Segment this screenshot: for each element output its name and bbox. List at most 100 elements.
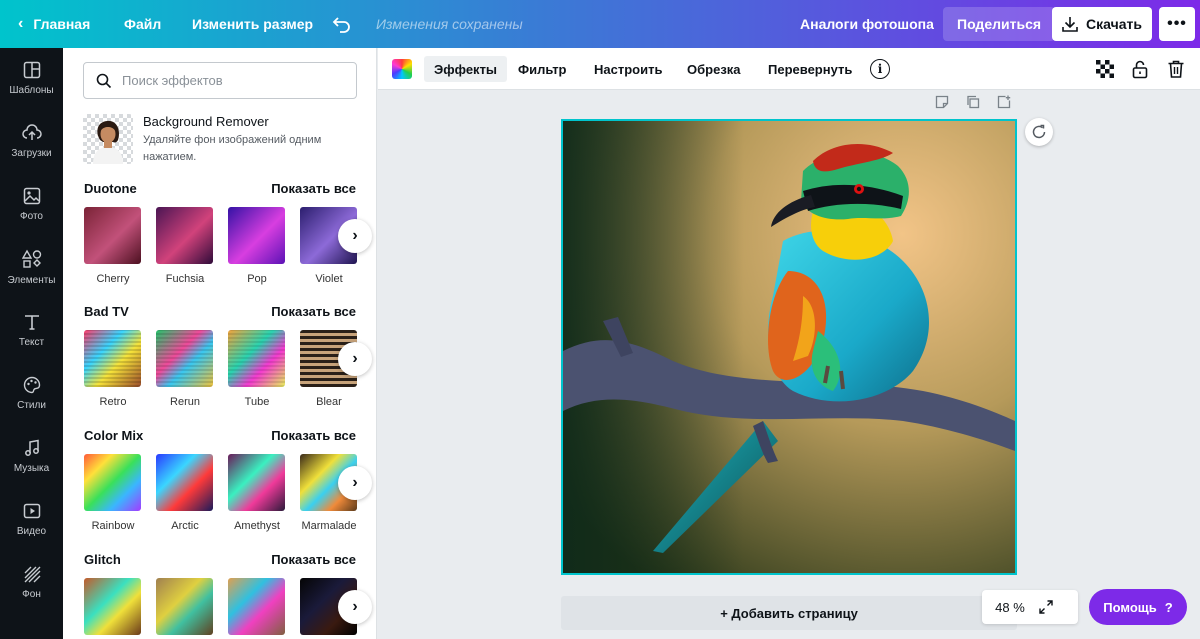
effect-thumb-glitch-3[interactable] [228, 578, 285, 635]
rail-item-video[interactable]: Видео [0, 489, 63, 549]
next-arrow-glitch[interactable]: › [338, 590, 372, 624]
effect-thumb-rainbow[interactable] [84, 454, 141, 511]
bird-photo [563, 121, 1015, 573]
adjust-button[interactable]: Настроить [584, 56, 672, 82]
show-all-glitch[interactable]: Показать все [271, 552, 356, 567]
rail-label: Элементы [7, 274, 56, 286]
rail-label: Текст [18, 336, 45, 348]
lock-icon[interactable] [1130, 59, 1150, 79]
filter-button[interactable]: Фильтр [508, 56, 577, 82]
next-arrow-color-mix[interactable]: › [338, 466, 372, 500]
effect-label: Violet [315, 273, 343, 285]
rail-item-music[interactable]: Музыка [0, 426, 63, 486]
templates-icon [23, 61, 40, 78]
show-all-bad-tv[interactable]: Показать все [271, 304, 356, 319]
effect-thumb-retro[interactable] [84, 330, 141, 387]
left-rail: Шаблоны Загрузки Фото Элементы Текст Сти… [0, 48, 63, 639]
effect-label: Marmalade [301, 520, 357, 532]
rail-item-photos[interactable]: Фото [0, 174, 63, 234]
effect-label: Arctic [171, 520, 199, 532]
next-arrow-bad-tv[interactable]: › [338, 342, 372, 376]
editor-toolbar: Эффекты Фильтр Настроить Обрезка Перевер… [378, 48, 1200, 90]
help-button[interactable]: Помощь ? [1089, 589, 1187, 625]
rail-item-background[interactable]: Фон [0, 552, 63, 612]
section-title-bad-tv: Bad TV [84, 304, 129, 319]
effect-thumb-arctic[interactable] [156, 454, 213, 511]
effect-label: Rainbow [91, 520, 135, 532]
effect-thumb-rerun[interactable] [156, 330, 213, 387]
rail-item-uploads[interactable]: Загрузки [0, 111, 63, 171]
rail-label: Фон [22, 588, 41, 600]
effect-label: Retro [99, 396, 127, 408]
shapes-icon [21, 249, 41, 268]
trash-icon[interactable] [1166, 59, 1186, 79]
transparency-icon[interactable] [1095, 59, 1115, 79]
duplicate-page-icon[interactable] [966, 95, 980, 114]
effects-button[interactable]: Эффекты [424, 56, 508, 82]
effect-label: Pop [247, 273, 267, 285]
rail-label: Видео [16, 525, 47, 537]
rail-label: Шаблоны [9, 84, 54, 96]
next-arrow-duotone[interactable]: › [338, 219, 372, 253]
effect-label: Cherry [96, 273, 130, 285]
effect-label: Fuchsia [165, 273, 205, 285]
effect-label: Amethyst [234, 520, 280, 532]
search-icon [96, 73, 112, 88]
rail-item-styles[interactable]: Стили [0, 363, 63, 423]
rotate-icon[interactable] [1025, 118, 1053, 146]
document-title[interactable]: Аналоги фотошопа [800, 0, 934, 48]
video-icon [23, 503, 40, 518]
add-note-icon[interactable] [935, 95, 949, 114]
save-status: Изменения сохранены [376, 16, 523, 32]
download-button[interactable]: Скачать [1052, 7, 1152, 41]
effect-thumb-cherry[interactable] [84, 207, 141, 264]
show-all-duotone[interactable]: Показать все [271, 181, 356, 196]
background-remover-item[interactable]: Background Remover Удаляйте фон изображе… [83, 114, 363, 164]
effects-panel: Background Remover Удаляйте фон изображе… [63, 48, 377, 639]
zoom-value[interactable]: 48 % [982, 600, 1038, 615]
download-label: Скачать [1086, 16, 1142, 32]
add-page-icon[interactable] [997, 95, 1011, 114]
fullscreen-icon[interactable] [1038, 599, 1054, 615]
effect-label: Tube [244, 396, 270, 408]
share-button[interactable]: Поделиться [943, 7, 1056, 41]
crop-button[interactable]: Обрезка [677, 56, 751, 82]
more-options-button[interactable]: ••• [1159, 7, 1195, 41]
rail-label: Стили [17, 399, 46, 411]
effect-thumb-fuchsia[interactable] [156, 207, 213, 264]
rail-label: Фото [20, 210, 43, 222]
file-menu[interactable]: Файл [124, 0, 161, 48]
effect-thumb-amethyst[interactable] [228, 454, 285, 511]
rail-item-text[interactable]: Текст [0, 300, 63, 360]
show-all-color-mix[interactable]: Показать все [271, 428, 356, 443]
home-button[interactable]: ‹ Главная [18, 0, 90, 48]
flip-button[interactable]: Перевернуть [758, 56, 862, 82]
rail-item-elements[interactable]: Элементы [0, 237, 63, 297]
background-pattern-icon [24, 566, 40, 582]
undo-icon[interactable] [332, 0, 352, 48]
chevron-right-icon: › [352, 598, 358, 615]
rail-item-templates[interactable]: Шаблоны [0, 48, 63, 108]
effect-thumb-tube[interactable] [228, 330, 285, 387]
music-note-icon [24, 439, 39, 456]
rail-label: Загрузки [11, 147, 52, 159]
background-remover-description: Удаляйте фон изображений одним нажатием. [143, 134, 322, 163]
photo-icon [23, 187, 40, 204]
info-icon[interactable]: i [870, 59, 890, 79]
question-mark-icon: ? [1164, 599, 1173, 615]
background-remover-title: Background Remover [143, 114, 269, 129]
background-remover-thumbnail [83, 114, 133, 164]
color-picker-button[interactable] [392, 59, 412, 79]
resize-button[interactable]: Изменить размер [192, 0, 313, 48]
search-input[interactable] [122, 73, 342, 88]
section-title-color-mix: Color Mix [84, 428, 144, 443]
effect-thumb-glitch-1[interactable] [84, 578, 141, 635]
upload-cloud-icon [21, 123, 42, 140]
add-page-button[interactable]: + Добавить страницу [561, 596, 1017, 630]
zoom-control[interactable]: 48 % [982, 590, 1078, 624]
canvas-photo[interactable] [561, 119, 1017, 575]
effect-thumb-pop[interactable] [228, 207, 285, 264]
effect-thumb-glitch-2[interactable] [156, 578, 213, 635]
effects-search[interactable] [83, 62, 357, 99]
top-bar: ‹ Главная Файл Изменить размер Изменения… [0, 0, 1200, 48]
